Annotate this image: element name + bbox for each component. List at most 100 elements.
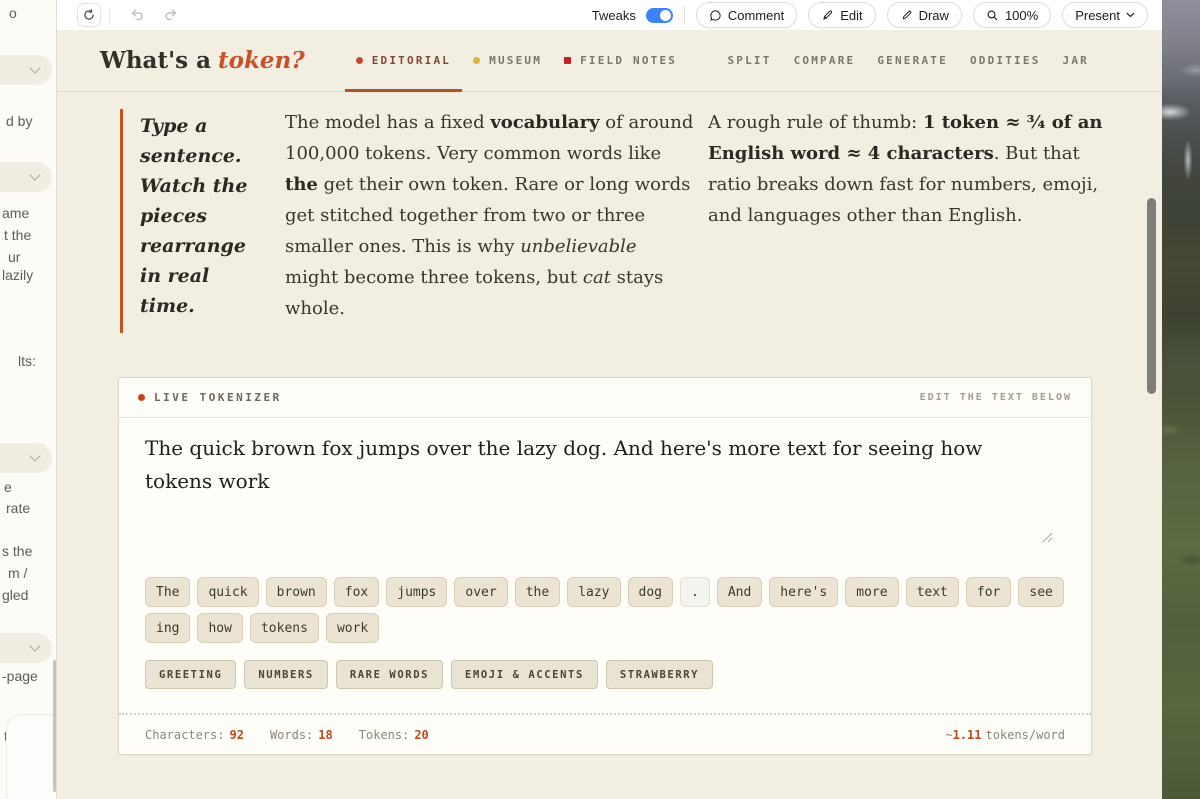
token-chip[interactable]: text <box>906 577 959 607</box>
nav-item-museum[interactable]: MUSEUM <box>462 30 553 92</box>
pen-icon <box>821 9 834 22</box>
token-chip[interactable]: over <box>454 577 507 607</box>
undo-icon[interactable] <box>131 9 145 21</box>
token-chip[interactable]: lazy <box>567 577 620 607</box>
token-chip[interactable]: quick <box>197 577 258 607</box>
token-chip[interactable]: how <box>197 613 242 643</box>
stats-list: Characters:92Words:18Tokens:20 <box>145 728 455 742</box>
nav-item-jar[interactable]: JAR <box>1052 30 1100 92</box>
resize-handle-icon[interactable] <box>1042 532 1053 543</box>
token-list: Thequickbrownfoxjumpsoverthelazydog.Andh… <box>145 577 1067 643</box>
redo-icon[interactable] <box>163 9 177 21</box>
search-icon <box>986 9 999 22</box>
status-dot-icon <box>138 394 145 401</box>
page-scrollbar[interactable] <box>1147 198 1156 394</box>
tweaks-toggle[interactable] <box>646 8 673 23</box>
nav-item-compare[interactable]: COMPARE <box>783 30 867 92</box>
sidebar-text-fragment: e <box>4 479 12 495</box>
app-toolbar: Tweaks Comment Edit Draw 100% Present <box>57 0 1162 30</box>
preset-button-strawberry[interactable]: STRAWBERRY <box>606 660 713 689</box>
token-chip[interactable]: brown <box>266 577 327 607</box>
sidebar-text-fragment: ame <box>2 205 29 221</box>
token-chip[interactable]: more <box>845 577 898 607</box>
toolbar-actions: Tweaks Comment Edit Draw 100% Present <box>592 2 1148 28</box>
preset-button-numbers[interactable]: NUMBERS <box>244 660 327 689</box>
site-nav-primary: EDITORIALMUSEUMFIELD NOTES <box>345 30 688 92</box>
preset-button-rare-words[interactable]: RARE WORDS <box>336 660 443 689</box>
token-chip[interactable]: jumps <box>386 577 447 607</box>
tokenizer-input[interactable]: The quick brown fox jumps over the lazy … <box>145 432 1045 557</box>
preset-button-greeting[interactable]: GREETING <box>145 660 236 689</box>
background-photo <box>1162 0 1200 799</box>
chevron-down-icon <box>29 640 40 651</box>
nav-item-split[interactable]: SPLIT <box>716 30 782 92</box>
sidebar-scrollbar[interactable] <box>53 660 56 792</box>
tokenizer-stats-bar: Characters:92Words:18Tokens:20 ~1.11toke… <box>119 713 1091 754</box>
circle-dot-icon <box>473 57 480 64</box>
nav-item-field-notes[interactable]: FIELD NOTES <box>553 30 688 92</box>
stat-tokens: Tokens:20 <box>359 728 429 742</box>
sidebar-text-fragment: t the <box>4 227 31 243</box>
tokenizer-panel-header: LIVE TOKENIZER EDIT THE TEXT BELOW <box>119 378 1091 418</box>
chevron-down-icon <box>1126 12 1135 18</box>
main-column: Tweaks Comment Edit Draw 100% Present <box>57 0 1162 799</box>
sidebar-text-fragment: -page <box>2 668 38 684</box>
comment-icon <box>709 9 722 22</box>
sidebar-text-fragment: m / <box>8 565 27 581</box>
preset-list: GREETING NUMBERS RARE WORDS EMOJI & ACCENTS… <box>145 660 1065 689</box>
sidebar-collapsed-section[interactable] <box>0 633 52 663</box>
toggle-knob <box>660 10 671 21</box>
token-chip[interactable]: dog <box>628 577 673 607</box>
square-dot-icon <box>564 57 571 64</box>
present-button[interactable]: Present <box>1062 2 1148 28</box>
tokenizer-input-text: The quick brown fox jumps over the lazy … <box>145 436 982 493</box>
draw-button[interactable]: Draw <box>887 2 962 28</box>
sidebar-collapsed-section[interactable] <box>0 443 52 473</box>
token-chip[interactable]: work <box>326 613 379 643</box>
sidebar-text-fragment: d by <box>6 113 32 129</box>
nav-item-generate[interactable]: GENERATE <box>866 30 959 92</box>
live-tokenizer-panel: LIVE TOKENIZER EDIT THE TEXT BELOW The q… <box>118 377 1092 755</box>
left-panel: o d by ame t the ur lazily lts: e rate s… <box>0 0 57 799</box>
token-chip[interactable]: fox <box>334 577 379 607</box>
nav-item-editorial[interactable]: EDITORIAL <box>345 30 462 92</box>
page-title: What's atoken? <box>100 47 305 74</box>
tokens-per-word-ratio: ~1.11tokens/word <box>945 728 1065 742</box>
token-chip[interactable]: see <box>1018 577 1063 607</box>
design-canvas: What's atoken? EDITORIALMUSEUMFIELD NOTE… <box>57 30 1162 799</box>
tokenizer-panel-hint: EDIT THE TEXT BELOW <box>920 392 1072 403</box>
pull-quote: Type a sentence. Watch the pieces rearra… <box>120 109 258 333</box>
comment-button[interactable]: Comment <box>696 2 797 28</box>
sidebar-text-fragment: s the <box>2 543 32 559</box>
sidebar-input-box[interactable] <box>6 714 57 799</box>
token-chip[interactable]: here's <box>769 577 838 607</box>
tweaks-label: Tweaks <box>592 8 636 23</box>
sidebar-collapsed-section[interactable] <box>0 162 52 192</box>
page-title-accent: token? <box>218 47 305 74</box>
preset-button-emoji-accents[interactable]: EMOJI & ACCENTS <box>451 660 598 689</box>
chevron-down-icon <box>29 62 40 73</box>
token-chip[interactable]: ing <box>145 613 190 643</box>
token-chip[interactable]: And <box>717 577 762 607</box>
token-chip[interactable]: for <box>966 577 1011 607</box>
sidebar-text-fragment: lazily <box>2 267 33 283</box>
token-chip[interactable]: The <box>145 577 190 607</box>
edit-button[interactable]: Edit <box>808 2 875 28</box>
site-header: What's atoken? EDITORIALMUSEUMFIELD NOTE… <box>57 30 1162 92</box>
toolbar-divider <box>684 6 685 24</box>
nav-item-oddities[interactable]: ODDITIES <box>959 30 1052 92</box>
refresh-button[interactable] <box>77 3 101 27</box>
stat-characters: Characters:92 <box>145 728 244 742</box>
sidebar-collapsed-section[interactable] <box>0 55 52 85</box>
site-nav-secondary: SPLITCOMPAREGENERATEODDITIESJAR <box>716 30 1100 92</box>
sidebar-text-fragment: ur <box>8 249 20 265</box>
chevron-down-icon <box>29 169 40 180</box>
token-chip[interactable]: tokens <box>250 613 319 643</box>
tweaks-control: Tweaks <box>592 8 673 23</box>
zoom-button[interactable]: 100% <box>973 2 1051 28</box>
sidebar-text-fragment: gled <box>2 587 28 603</box>
token-chip[interactable]: the <box>515 577 560 607</box>
intro-paragraph-1: The model has a fixed vocabulary of arou… <box>285 107 695 324</box>
toolbar-divider <box>109 7 110 23</box>
token-chip[interactable]: . <box>680 577 710 607</box>
